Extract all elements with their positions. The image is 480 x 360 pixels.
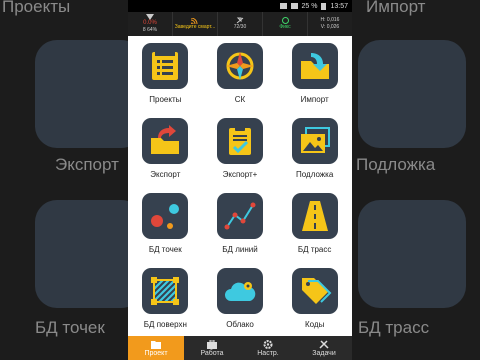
tile-label: БД поверхн bbox=[143, 320, 187, 329]
tile-label: Экспорт+ bbox=[222, 170, 258, 179]
bg-label: Экспорт bbox=[55, 155, 119, 174]
tile-codes[interactable]: Коды bbox=[277, 261, 352, 336]
tile-surface-db[interactable]: БД поверхн bbox=[128, 261, 203, 336]
image-icon bbox=[291, 118, 338, 164]
tile-label: Облако bbox=[226, 320, 254, 329]
bg-label: Импорт bbox=[366, 0, 426, 16]
gnss-info-bar[interactable]: 0.0% 8 64% Заведите смарт... 72/30 Фикс … bbox=[128, 12, 352, 36]
tile-export-plus[interactable]: Экспорт+ bbox=[203, 111, 278, 186]
info-bottom: 72/30 bbox=[233, 24, 247, 30]
nav-label: Проект bbox=[144, 349, 168, 357]
nav-label: Настр. bbox=[257, 349, 279, 357]
road-db-icon bbox=[291, 193, 338, 239]
tile-label: Подложка bbox=[296, 170, 334, 179]
bg-tile bbox=[35, 40, 128, 148]
export-icon bbox=[142, 118, 189, 164]
folder-icon bbox=[151, 340, 161, 349]
battery-level: 25 % bbox=[301, 2, 318, 10]
bg-tile bbox=[35, 200, 128, 308]
info-precision: H: 0,016 V: 0,026 bbox=[308, 12, 352, 36]
phone-screen: 25 % 13:57 0.0% 8 64% Заведите смарт... … bbox=[128, 0, 352, 360]
info-bottom: 8 64% bbox=[142, 27, 158, 33]
tile-roads-db[interactable]: БД трасс bbox=[277, 186, 352, 261]
signal-icon bbox=[290, 3, 298, 9]
bg-label: БД точек bbox=[35, 318, 105, 337]
nav-label: Задачи bbox=[312, 349, 336, 357]
background-left: Проекты Экспорт БД точек bbox=[0, 0, 128, 360]
nav-settings[interactable]: Настр. bbox=[240, 336, 296, 360]
tile-label: Экспорт bbox=[150, 170, 181, 179]
tile-label: Коды bbox=[304, 320, 325, 329]
tile-cloud[interactable]: Облако bbox=[203, 261, 278, 336]
info-device: Заведите смарт... bbox=[173, 12, 218, 36]
fix-icon bbox=[281, 17, 289, 24]
tools-icon bbox=[319, 339, 329, 349]
nav-work[interactable]: Работа bbox=[184, 336, 240, 360]
nav-tasks[interactable]: Задачи bbox=[296, 336, 352, 360]
bg-label: Подложка bbox=[356, 155, 436, 174]
points-db-icon bbox=[142, 193, 189, 239]
tile-import[interactable]: Импорт bbox=[277, 36, 352, 111]
wifi-icon bbox=[279, 3, 287, 9]
bg-label: Проекты bbox=[2, 0, 71, 16]
tile-lines-db[interactable]: БД линий bbox=[203, 186, 278, 261]
bg-tile bbox=[358, 40, 466, 148]
cloud-icon bbox=[216, 268, 263, 314]
tile-label: СК bbox=[234, 95, 246, 104]
lines-db-icon bbox=[216, 193, 263, 239]
tile-projects[interactable]: Проекты bbox=[128, 36, 203, 111]
tile-background-image[interactable]: Подложка bbox=[277, 111, 352, 186]
status-bar: 25 % 13:57 bbox=[128, 0, 352, 12]
tag-icon bbox=[291, 268, 338, 314]
info-fix: Фикс bbox=[263, 12, 308, 36]
info-top: H: 0,016 bbox=[320, 17, 340, 23]
tile-label: Проекты bbox=[149, 95, 182, 104]
info-bottom: Заведите смарт... bbox=[174, 23, 216, 30]
tile-label: Импорт bbox=[300, 95, 329, 104]
clipboard-check-icon bbox=[216, 118, 263, 164]
nav-label: Работа bbox=[200, 349, 224, 357]
clock: 13:57 bbox=[330, 2, 348, 10]
battery-icon bbox=[321, 2, 327, 10]
info-bottom: Фикс bbox=[279, 24, 291, 30]
bottom-navigation: Проект Работа Настр. Задачи bbox=[128, 336, 352, 360]
background-right: Импорт Подложка БД трасс bbox=[352, 0, 480, 360]
import-icon bbox=[291, 43, 338, 89]
tile-points-db[interactable]: БД точек bbox=[128, 186, 203, 261]
projects-icon bbox=[142, 43, 189, 89]
bg-label: БД трасс bbox=[358, 318, 430, 337]
gear-icon bbox=[263, 339, 273, 349]
tile-label: БД трасс bbox=[297, 245, 332, 254]
tile-label: БД точек bbox=[148, 245, 182, 254]
nav-project[interactable]: Проект bbox=[128, 336, 184, 360]
tile-export[interactable]: Экспорт bbox=[128, 111, 203, 186]
info-top: 0.0% bbox=[143, 20, 157, 26]
info-rover: 0.0% 8 64% bbox=[128, 12, 173, 36]
project-menu-grid: Проекты СК Импорт Экспорт Экспорт+ Подло… bbox=[128, 36, 352, 336]
info-bottom: V: 0,026 bbox=[320, 24, 340, 30]
tile-label: БД линий bbox=[222, 245, 258, 254]
compass-icon bbox=[216, 43, 263, 89]
briefcase-icon bbox=[207, 339, 217, 349]
surface-db-icon bbox=[142, 268, 189, 314]
info-satellites: 72/30 bbox=[218, 12, 263, 36]
tile-coordinate-system[interactable]: СК bbox=[203, 36, 278, 111]
bg-tile bbox=[358, 200, 466, 308]
satellite-icon bbox=[236, 17, 244, 24]
